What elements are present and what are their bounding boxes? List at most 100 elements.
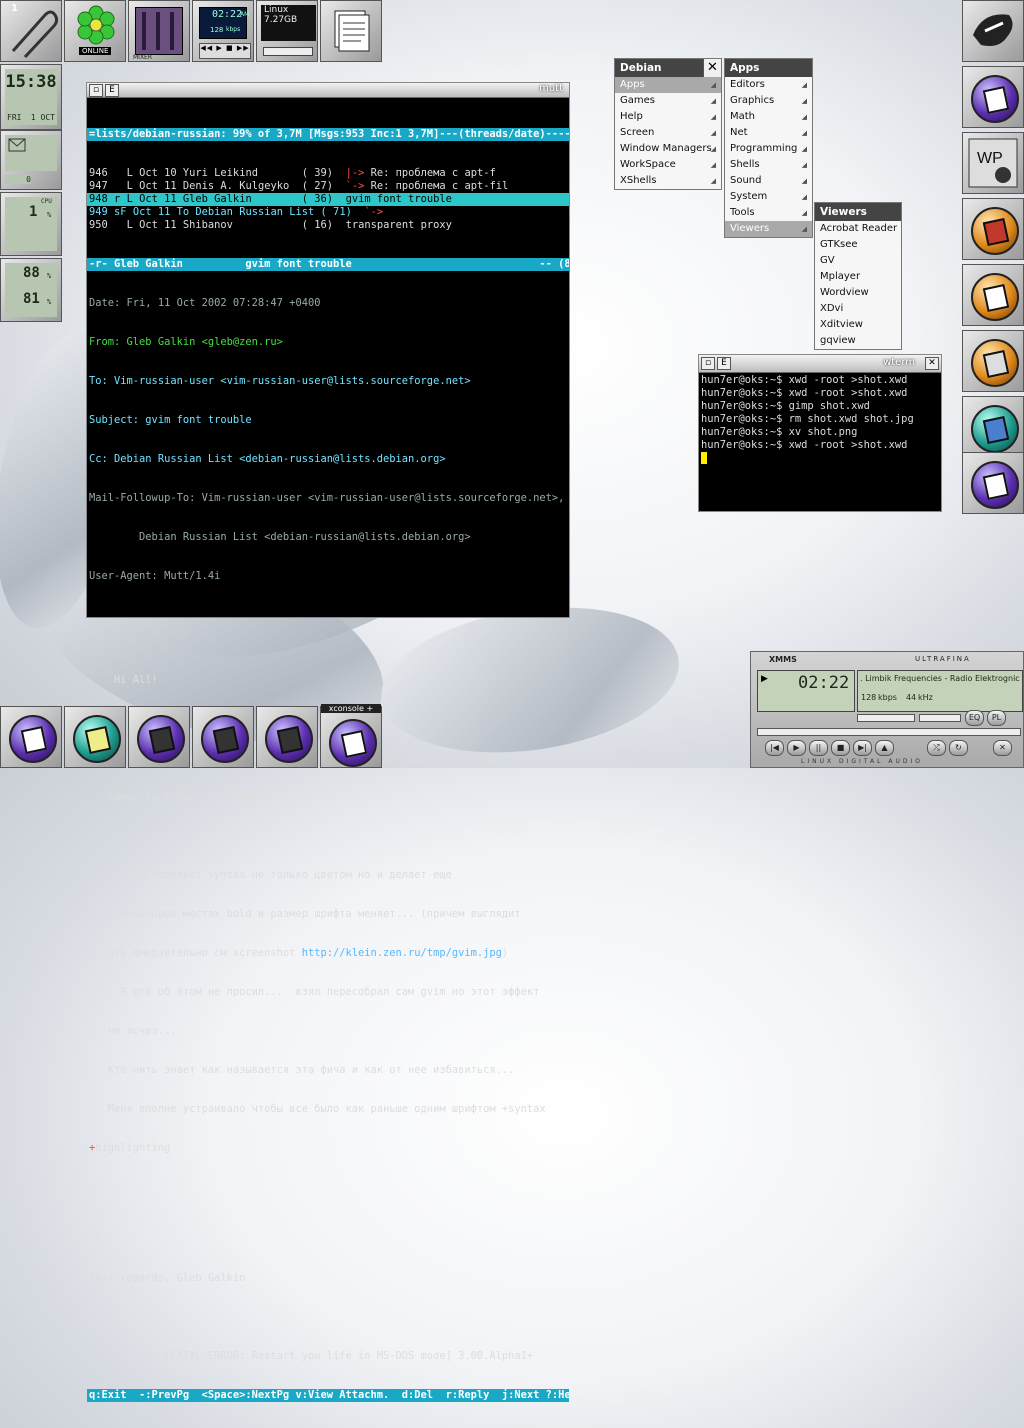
player-controls[interactable]: ◀◀ ▶ ■ ▶▶ (199, 43, 251, 59)
menu-item[interactable]: Graphics ◢ (725, 93, 812, 109)
mutt-index-row[interactable]: 946 L Oct 10 Yuri Leikind ( 39) |-> Re: … (87, 167, 569, 180)
mail-check-dockapp[interactable]: 0 (0, 130, 62, 190)
viewers-menu[interactable]: Viewers Acrobat Reader GTKsee GV Mplayer Wor… (814, 202, 902, 350)
wterm-terminal[interactable]: hun7er@oks:~$ xwd -root >shot.xwd hun7er@… (699, 373, 941, 452)
menu-item[interactable]: Tools ◢ (725, 205, 812, 221)
menu-item[interactable]: Net ◢ (725, 125, 812, 141)
maximize-button[interactable]: E (717, 357, 731, 370)
screenshot-link[interactable]: http://klein.zen.ru/tmp/gvim.jpg (302, 947, 502, 959)
eject-button[interactable]: ▲ (875, 740, 894, 756)
menu-item[interactable]: WorkSpace ◢ (615, 157, 721, 173)
close-button[interactable]: ✕ (925, 357, 939, 370)
menu-item[interactable]: Xditview (815, 317, 901, 333)
menu-item[interactable]: GTKsee (815, 237, 901, 253)
seek-bar[interactable] (757, 728, 1021, 736)
mutt-index[interactable]: 946 L Oct 10 Yuri Leikind ( 39) |-> Re: … (87, 167, 569, 232)
lcd-clock-dockapp[interactable]: 15:38 FRI 1 OCT (0, 64, 62, 130)
menu-item[interactable]: Apps ◢ (615, 77, 721, 93)
menu-item[interactable]: XShells ◢ (615, 173, 721, 189)
bottom-launcher-4[interactable] (192, 706, 254, 768)
menu-item[interactable]: Sound ◢ (725, 173, 812, 189)
menu-item[interactable]: Screen ◢ (615, 125, 721, 141)
menu-item-label: Programming (730, 143, 798, 154)
next-button[interactable]: ▶| (853, 740, 872, 756)
disk-display: Linux 7.27GB (261, 5, 316, 41)
mixer-dockapp[interactable]: MIXER (128, 0, 190, 62)
menu-item[interactable]: Editors ◢ (725, 77, 812, 93)
mutt-titlebar[interactable]: ▫ E mutt (87, 83, 569, 98)
workspace-dock-icon[interactable] (962, 0, 1024, 62)
mixer-slider[interactable] (142, 12, 146, 50)
viewers-menu-title[interactable]: Viewers (815, 203, 901, 221)
maximize-button[interactable]: E (105, 84, 119, 97)
menu-item[interactable]: Window Managers ◢ (615, 141, 721, 157)
app-launcher-7[interactable] (962, 452, 1024, 514)
eq-button[interactable]: EQ (965, 710, 984, 726)
app-launcher-1[interactable] (962, 66, 1024, 128)
menu-item[interactable]: Wordview (815, 285, 901, 301)
menu-item[interactable]: XDvi (815, 301, 901, 317)
close-icon[interactable]: ✕ (703, 59, 721, 77)
bottom-launcher-5[interactable] (256, 706, 318, 768)
app-launcher-4[interactable] (962, 264, 1024, 326)
volume-slider[interactable] (857, 714, 915, 722)
mutt-index-row[interactable]: 950 L Oct 11 Shibanov ( 16) transparent … (87, 219, 569, 232)
debian-menu[interactable]: Debian ✕ Apps ◢ Games ◢ Help ◢ Screen ◢ Window Ma… (614, 58, 722, 190)
bottom-launcher-2[interactable] (64, 706, 126, 768)
balance-slider[interactable] (919, 714, 961, 722)
menu-item[interactable]: Mplayer (815, 269, 901, 285)
online-dockapp[interactable]: ONLINE (64, 0, 126, 62)
previous-button[interactable]: |◀ (765, 740, 784, 756)
app-launcher-5[interactable] (962, 330, 1024, 392)
cpu-monitor-dockapp[interactable]: CPU 1 % (0, 192, 62, 256)
index-number: 947 (89, 180, 108, 192)
app-launcher-6[interactable] (962, 396, 1024, 458)
minimize-button[interactable]: ▫ (89, 84, 103, 97)
menu-item-label: gqview (820, 335, 856, 346)
disk-usage-dockapp[interactable]: Linux 7.27GB (256, 0, 318, 62)
mutt-window[interactable]: ▫ E mutt =lists/debian-russian: 99% of 3… (86, 82, 570, 1402)
pl-button[interactable]: PL (987, 710, 1006, 726)
xmms-player[interactable]: XMMS ULTRAFINA ▶ 02:22 . Limbik Frequenc… (750, 651, 1024, 768)
memory-monitor-dockapp[interactable]: 88 % 81 % (0, 258, 62, 322)
index-date: L Oct 11 (126, 193, 177, 205)
stop-button[interactable]: ■ (831, 740, 850, 756)
mixer-slider[interactable] (170, 12, 174, 50)
wp-launcher[interactable]: WP (962, 132, 1024, 194)
repeat-button[interactable]: ↻ (949, 740, 968, 756)
mutt-index-row[interactable]: 949 sF Oct 11 To Debian Russian List ( 7… (87, 206, 569, 219)
player-clock-dockapp[interactable]: 02:22 AM 128 kbps ◀◀ ▶ ■ ▶▶ (192, 0, 254, 62)
shuffle-button[interactable]: ⤮ (927, 740, 946, 756)
xconsole-launcher[interactable]: xconsole + (320, 704, 382, 768)
menu-item[interactable]: System ◢ (725, 189, 812, 205)
apps-menu-title[interactable]: Apps (725, 59, 812, 77)
menu-item[interactable]: Viewers ◢ (725, 221, 812, 237)
minimize-button[interactable]: ▫ (701, 357, 715, 370)
pause-button[interactable]: || (809, 740, 828, 756)
bottom-launcher-3[interactable] (128, 706, 190, 768)
header-subject: Subject: gvim font trouble (89, 414, 252, 426)
menu-item[interactable]: Math ◢ (725, 109, 812, 125)
menu-item[interactable]: Games ◢ (615, 93, 721, 109)
mutt-index-row[interactable]: 947 L Oct 11 Denis A. Kulgeyko ( 27) `->… (87, 180, 569, 193)
bottom-launcher-1[interactable] (0, 706, 62, 768)
menu-item[interactable]: Help ◢ (615, 109, 721, 125)
mixer-slider[interactable] (156, 12, 160, 50)
apps-menu[interactable]: Apps Editors ◢ Graphics ◢ Math ◢ Net ◢ Programmi… (724, 58, 813, 238)
paperclip-icon (11, 10, 59, 59)
documents-dockapp[interactable] (320, 0, 382, 62)
menu-item[interactable]: Shells ◢ (725, 157, 812, 173)
menu-item[interactable]: gqview (815, 333, 901, 349)
wterm-titlebar[interactable]: ▫ E wterm ✕ (699, 355, 941, 373)
wterm-window[interactable]: ▫ E wterm ✕ hun7er@oks:~$ xwd -root >sho… (698, 354, 942, 512)
play-button[interactable]: ▶ (787, 740, 806, 756)
mutt-index-row-selected[interactable]: 948 r L Oct 11 Gleb Galkin ( 36) gvim fo… (87, 193, 569, 206)
workspace-clip-dockapp[interactable]: 1 (0, 0, 62, 62)
debian-menu-title[interactable]: Debian ✕ (615, 59, 721, 77)
submenu-arrow-icon: ◢ (710, 97, 716, 105)
menu-item[interactable]: GV (815, 253, 901, 269)
close-icon[interactable]: ✕ (993, 740, 1012, 756)
app-launcher-3[interactable] (962, 198, 1024, 260)
menu-item[interactable]: Programming ◢ (725, 141, 812, 157)
menu-item[interactable]: Acrobat Reader (815, 221, 901, 237)
